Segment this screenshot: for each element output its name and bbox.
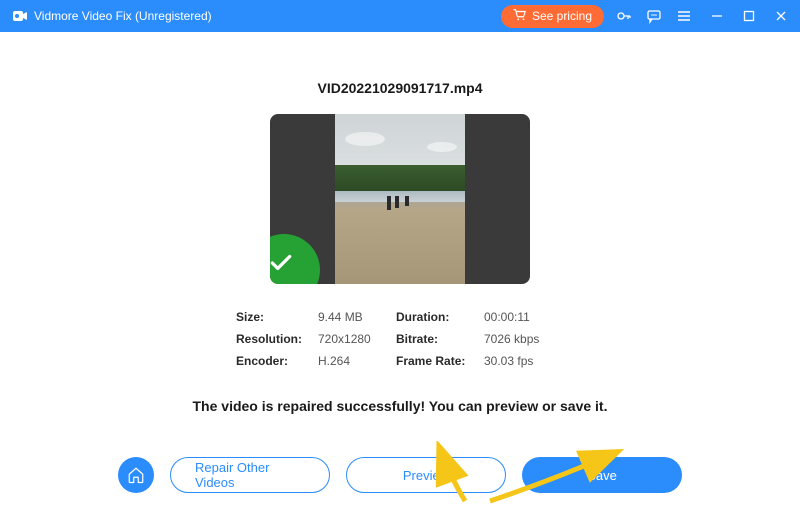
encoder-label: Encoder:: [236, 354, 310, 368]
framerate-value: 30.03 fps: [484, 354, 564, 368]
see-pricing-label: See pricing: [532, 9, 592, 23]
bitrate-value: 7026 kbps: [484, 332, 564, 346]
maximize-button[interactable]: [742, 9, 756, 23]
repair-label: Repair Other Videos: [195, 460, 305, 490]
check-icon: [270, 250, 294, 276]
resolution-label: Resolution:: [236, 332, 310, 346]
resolution-value: 720x1280: [318, 332, 388, 346]
feedback-icon[interactable]: [646, 8, 662, 24]
file-name: VID20221029091717.mp4: [317, 80, 482, 96]
titlebar: Vidmore Video Fix (Unregistered) See pri…: [0, 0, 800, 32]
action-bar: Repair Other Videos Preview Save: [0, 457, 800, 493]
status-message: The video is repaired successfully! You …: [193, 398, 608, 414]
home-button[interactable]: [118, 457, 154, 493]
video-thumbnail: [270, 114, 530, 284]
preview-label: Preview: [403, 468, 449, 483]
save-label: Save: [587, 468, 617, 483]
app-title: Vidmore Video Fix (Unregistered): [34, 9, 212, 23]
close-button[interactable]: [774, 9, 788, 23]
see-pricing-button[interactable]: See pricing: [501, 5, 604, 28]
framerate-label: Frame Rate:: [396, 354, 476, 368]
duration-label: Duration:: [396, 310, 476, 324]
save-button[interactable]: Save: [522, 457, 682, 493]
app-logo-icon: [12, 8, 28, 24]
repair-other-videos-button[interactable]: Repair Other Videos: [170, 457, 330, 493]
size-label: Size:: [236, 310, 310, 324]
main-content: VID20221029091717.mp4 Size: 9.44 MB Dura…: [0, 32, 800, 414]
size-value: 9.44 MB: [318, 310, 388, 324]
key-icon[interactable]: [616, 8, 632, 24]
menu-icon[interactable]: [676, 8, 692, 24]
metadata-grid: Size: 9.44 MB Duration: 00:00:11 Resolut…: [236, 310, 564, 368]
home-icon: [127, 466, 145, 484]
success-badge: [270, 234, 320, 284]
minimize-button[interactable]: [710, 9, 724, 23]
cart-icon: [513, 8, 527, 25]
duration-value: 00:00:11: [484, 310, 564, 324]
bitrate-label: Bitrate:: [396, 332, 476, 346]
preview-button[interactable]: Preview: [346, 457, 506, 493]
encoder-value: H.264: [318, 354, 388, 368]
